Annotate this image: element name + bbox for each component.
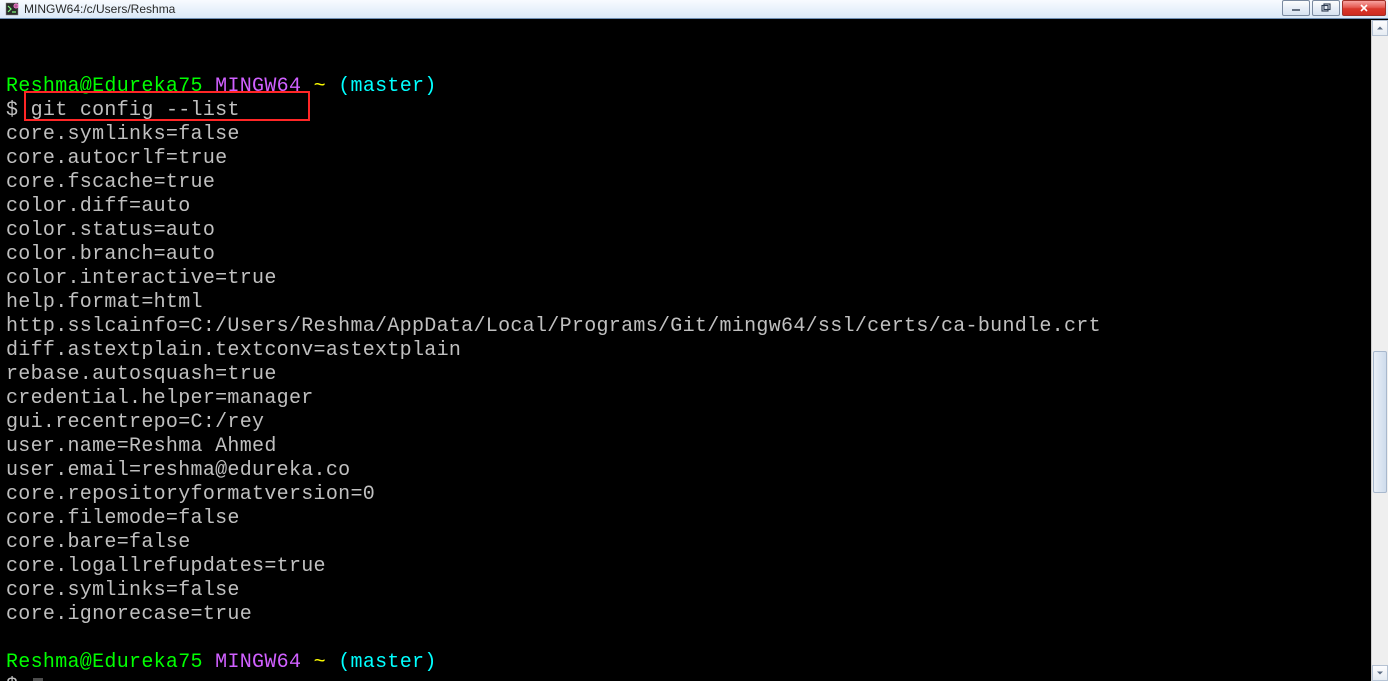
prompt-path: ~ bbox=[314, 75, 326, 98]
close-button[interactable] bbox=[1342, 0, 1386, 16]
command-line-1: $ git config --list bbox=[6, 99, 240, 122]
prompt-user-host: Reshma@Edureka75 bbox=[6, 75, 203, 98]
scroll-track[interactable] bbox=[1372, 36, 1388, 665]
prompt-shell: MINGW64 bbox=[215, 75, 301, 98]
command-text: git config --list bbox=[31, 99, 240, 122]
output-line: core.fscache=true bbox=[6, 171, 215, 194]
maximize-button[interactable] bbox=[1312, 0, 1340, 16]
terminal-area[interactable]: Reshma@Edureka75 MINGW64 ~ (master) $ gi… bbox=[0, 19, 1388, 681]
output-line: color.interactive=true bbox=[6, 267, 277, 290]
prompt-branch: (master) bbox=[338, 651, 436, 674]
window-controls bbox=[1280, 0, 1386, 18]
titlebar[interactable]: MINGW64:/c/Users/Reshma bbox=[0, 0, 1388, 19]
empty-line bbox=[6, 51, 18, 74]
output-line: credential.helper=manager bbox=[6, 387, 314, 410]
output-line: core.repositoryformatversion=0 bbox=[6, 483, 375, 506]
output-line: color.status=auto bbox=[6, 219, 215, 242]
output-line: user.email=reshma@edureka.co bbox=[6, 459, 350, 482]
prompt-branch: (master) bbox=[338, 75, 436, 98]
output-line: http.sslcainfo=C:/Users/Reshma/AppData/L… bbox=[6, 315, 1101, 338]
output-line: diff.astextplain.textconv=astextplain bbox=[6, 339, 461, 362]
output-line: user.name=Reshma Ahmed bbox=[6, 435, 277, 458]
prompt-dollar: $ bbox=[6, 675, 18, 681]
git-bash-window: MINGW64:/c/Users/Reshma Reshma@Edureka75… bbox=[0, 0, 1388, 681]
prompt-dollar: $ bbox=[6, 99, 18, 122]
output-line: gui.recentrepo=C:/rey bbox=[6, 411, 264, 434]
prompt-path: ~ bbox=[314, 651, 326, 674]
prompt-user-host: Reshma@Edureka75 bbox=[6, 651, 203, 674]
scroll-thumb[interactable] bbox=[1373, 351, 1387, 493]
output-line: core.ignorecase=true bbox=[6, 603, 252, 626]
output-line: color.diff=auto bbox=[6, 195, 191, 218]
terminal-content: Reshma@Edureka75 MINGW64 ~ (master) $ gi… bbox=[6, 27, 1388, 681]
output-line: core.bare=false bbox=[6, 531, 191, 554]
output-line: core.symlinks=false bbox=[6, 123, 240, 146]
scroll-up-button[interactable] bbox=[1372, 20, 1388, 36]
empty-line bbox=[6, 627, 18, 650]
app-icon bbox=[4, 1, 20, 17]
output-line: color.branch=auto bbox=[6, 243, 215, 266]
command-line-2: $ bbox=[6, 675, 43, 681]
output-line: help.format=html bbox=[6, 291, 203, 314]
output-line: core.autocrlf=true bbox=[6, 147, 227, 170]
output-line: core.filemode=false bbox=[6, 507, 240, 530]
prompt-shell: MINGW64 bbox=[215, 651, 301, 674]
window-title: MINGW64:/c/Users/Reshma bbox=[24, 2, 175, 16]
output-line: core.symlinks=false bbox=[6, 579, 240, 602]
output-line: rebase.autosquash=true bbox=[6, 363, 277, 386]
scroll-down-button[interactable] bbox=[1372, 665, 1388, 681]
vertical-scrollbar[interactable] bbox=[1371, 20, 1388, 681]
prompt-line-1: Reshma@Edureka75 MINGW64 ~ (master) bbox=[6, 75, 437, 98]
output-line: core.logallrefupdates=true bbox=[6, 555, 326, 578]
prompt-line-2: Reshma@Edureka75 MINGW64 ~ (master) bbox=[6, 651, 437, 674]
minimize-button[interactable] bbox=[1282, 0, 1310, 16]
